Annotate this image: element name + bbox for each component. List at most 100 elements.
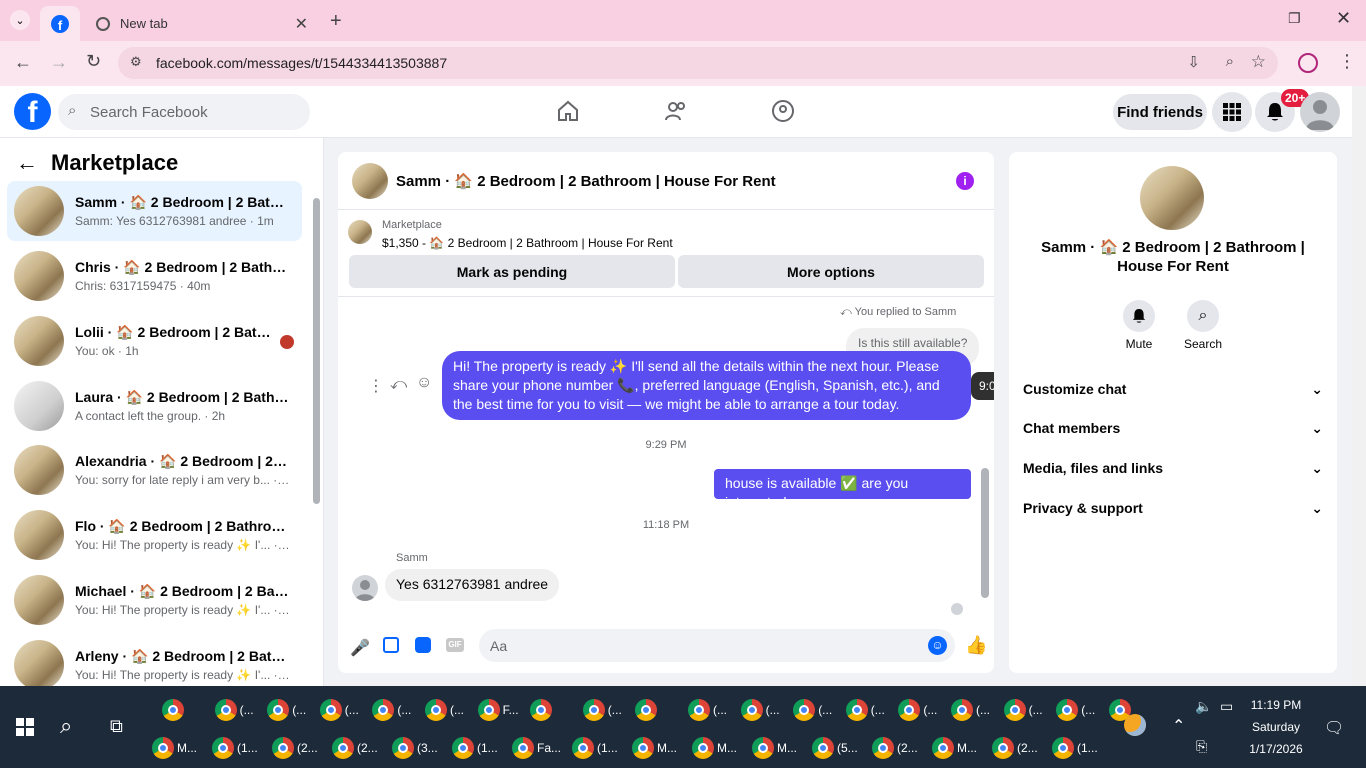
close-window-icon[interactable]: ✕ xyxy=(1336,8,1351,29)
bookmark-star-icon[interactable]: ☆ xyxy=(1251,52,1266,72)
search-input[interactable]: ⌕ Search Facebook xyxy=(58,94,310,130)
taskbar-chrome-window[interactable]: (... xyxy=(267,693,309,727)
taskbar-chrome-window[interactable]: M... xyxy=(692,731,737,765)
conversation-item[interactable]: Flo · 🏠 2 Bedroom | 2 Bathroom | House F… xyxy=(7,505,302,565)
taskbar-chrome-window[interactable]: (... xyxy=(740,693,783,727)
tab-new-tab[interactable]: New tab ✕ xyxy=(84,6,320,41)
taskbar-chrome-window[interactable]: (... xyxy=(898,693,940,727)
conversation-item[interactable]: Lolii · 🏠 2 Bedroom | 2 Bathroom | House… xyxy=(7,311,302,371)
more-options-button[interactable]: More options xyxy=(678,255,984,288)
conversation-item[interactable]: Samm · 🏠 2 Bedroom | 2 Bathroom | House … xyxy=(7,181,302,241)
profile-icon[interactable] xyxy=(1298,53,1318,73)
conversation-item[interactable]: Arleny · 🏠 2 Bedroom | 2 Bathroom | Hous… xyxy=(7,635,302,686)
windows-start-icon[interactable] xyxy=(16,718,34,736)
taskbar-chrome-window[interactable]: (1... xyxy=(1052,731,1098,765)
forward-icon[interactable]: → xyxy=(50,52,68,73)
clock-time[interactable]: 11:19 PM xyxy=(1236,698,1316,712)
taskbar-chrome-window[interactable]: (... xyxy=(793,693,835,727)
zoom-icon[interactable]: ⌕ xyxy=(1226,53,1234,70)
sidebar-scrollbar[interactable] xyxy=(313,198,320,504)
friends-icon[interactable] xyxy=(664,99,688,123)
tab-search-button[interactable]: ⌄ xyxy=(10,10,30,30)
clock-day[interactable]: Saturday xyxy=(1236,720,1316,734)
listing-line[interactable]: $1,350 - 🏠 2 Bedroom | 2 Bathroom | Hous… xyxy=(382,236,673,250)
taskbar-chrome-window[interactable]: (1... xyxy=(452,731,498,765)
message-input[interactable]: Aa ☺ xyxy=(479,629,955,662)
taskbar-chrome-window[interactable]: (... xyxy=(1056,693,1098,727)
search-icon[interactable]: ⌕ xyxy=(1187,300,1219,332)
taskbar-chrome-window[interactable]: (... xyxy=(845,693,888,727)
message-bubble-sent[interactable]: house is available ✅ are you interested xyxy=(714,469,971,510)
mark-as-pending-button[interactable]: Mark as pending xyxy=(349,255,675,288)
taskbar-chrome-window[interactable]: M... xyxy=(152,731,197,765)
groups-icon[interactable] xyxy=(771,99,795,123)
taskbar-chrome-window[interactable]: (2... xyxy=(272,731,318,765)
account-avatar[interactable] xyxy=(1300,92,1340,132)
chat-scrollbar[interactable] xyxy=(981,468,989,598)
react-emoji-icon[interactable]: ☺ xyxy=(416,374,432,392)
tab-facebook[interactable]: f xyxy=(40,6,80,41)
battery-icon[interactable]: ▭ xyxy=(1220,698,1233,715)
info-icon[interactable]: i xyxy=(956,172,974,190)
home-icon[interactable] xyxy=(556,99,580,123)
close-tab-icon[interactable]: ✕ xyxy=(295,14,308,34)
taskbar-chrome-window[interactable]: (5... xyxy=(812,731,858,765)
reload-icon[interactable]: ↻ xyxy=(86,51,101,72)
message-more-icon[interactable]: ⋮ xyxy=(368,376,384,396)
new-tab-button[interactable]: + xyxy=(330,10,342,33)
taskbar-search-icon[interactable]: ⌕ xyxy=(60,713,72,739)
taskbar-chrome-window[interactable]: (1... xyxy=(572,731,618,765)
chat-title[interactable]: Samm · 🏠 2 Bedroom | 2 Bathroom | House … xyxy=(396,172,776,190)
media-files-section[interactable]: Media, files and links ⌄ xyxy=(1023,460,1323,477)
clock-date[interactable]: 1/17/2026 xyxy=(1236,742,1316,756)
address-bar[interactable]: ⚙ facebook.com/messages/t/15443344135038… xyxy=(118,47,1278,79)
weather-icon[interactable] xyxy=(1124,714,1146,736)
sticker-icon[interactable] xyxy=(415,637,431,653)
taskbar-chrome-window[interactable]: (... xyxy=(1003,693,1046,727)
chat-members-section[interactable]: Chat members ⌄ xyxy=(1023,420,1323,437)
gif-icon[interactable]: GIF xyxy=(446,638,464,652)
taskbar-chrome-window[interactable]: (... xyxy=(582,693,625,727)
show-hidden-icons-chevron-icon[interactable]: ⌃ xyxy=(1172,716,1185,736)
page-scrollbar[interactable] xyxy=(1352,86,1366,686)
back-icon[interactable]: ← xyxy=(14,52,32,73)
menu-grid-icon[interactable] xyxy=(1212,92,1252,132)
find-friends-button[interactable]: Find friends xyxy=(1113,94,1207,130)
volume-icon[interactable]: 🔈 xyxy=(1195,698,1212,715)
site-info-icon[interactable]: ⚙ xyxy=(130,54,142,70)
mute-label[interactable]: Mute xyxy=(1113,337,1165,351)
taskbar-chrome-window[interactable]: (... xyxy=(425,693,467,727)
taskbar-chrome-window[interactable]: (... xyxy=(951,693,993,727)
taskbar-chrome-window[interactable]: (2... xyxy=(872,731,918,765)
message-bubble-received[interactable]: Yes 6312763981 andree xyxy=(385,569,560,601)
install-app-icon[interactable]: ⇩ xyxy=(1187,53,1200,71)
microphone-icon[interactable]: 🎤 xyxy=(350,638,370,658)
conversation-item[interactable]: Chris · 🏠 2 Bedroom | 2 Bathroom | House… xyxy=(7,246,302,306)
taskbar-chrome-window[interactable]: (2... xyxy=(332,731,378,765)
network-icon[interactable]: ⎘ xyxy=(1196,738,1207,755)
taskbar-chrome-window[interactable]: (... xyxy=(319,693,362,727)
taskbar-chrome-window[interactable]: Fa... xyxy=(512,731,561,765)
message-bubble-sent[interactable]: Hi! The property is ready ✨ I'll send al… xyxy=(442,351,971,420)
taskbar-chrome-window[interactable]: (... xyxy=(214,693,257,727)
search-label[interactable]: Search xyxy=(1177,337,1229,351)
taskbar-chrome-window[interactable] xyxy=(530,693,572,727)
taskbar-chrome-window[interactable]: F... xyxy=(477,693,520,727)
facebook-logo-icon[interactable]: f xyxy=(14,93,51,130)
emoji-icon[interactable]: ☺ xyxy=(928,636,947,655)
taskbar-chrome-window[interactable]: M... xyxy=(752,731,797,765)
privacy-support-section[interactable]: Privacy & support ⌄ xyxy=(1023,500,1323,517)
taskbar-chrome-window[interactable]: (1... xyxy=(212,731,258,765)
mute-bell-icon[interactable] xyxy=(1123,300,1155,332)
conversation-item[interactable]: Michael · 🏠 2 Bedroom | 2 Bathroom | Hou… xyxy=(7,570,302,630)
taskbar-chrome-window[interactable] xyxy=(635,693,677,727)
task-view-icon[interactable]: ⧉ xyxy=(110,716,123,737)
notification-center-icon[interactable]: 🗨 xyxy=(1324,718,1344,738)
taskbar-chrome-window[interactable]: (... xyxy=(372,693,414,727)
reply-message-icon[interactable]: ⤺ xyxy=(390,376,407,394)
taskbar-chrome-window[interactable]: (... xyxy=(688,693,730,727)
conversation-item[interactable]: Laura · 🏠 2 Bedroom | 2 Bathroom | House… xyxy=(7,376,302,436)
chrome-menu-icon[interactable]: ⋮ xyxy=(1338,51,1356,72)
taskbar-chrome-window[interactable] xyxy=(162,693,204,727)
taskbar-chrome-window[interactable]: M... xyxy=(632,731,677,765)
